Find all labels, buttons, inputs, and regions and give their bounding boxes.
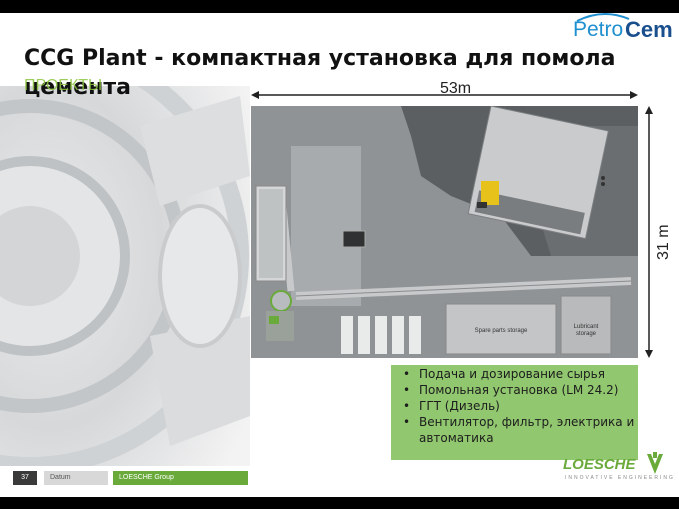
bottom-bar [0,497,679,509]
loesche-logo-name: LOESCHE [563,456,636,473]
footer-group: LOESCHE Group [113,471,248,485]
feature-item: ГГТ (Дизель) [403,398,635,414]
lubricant-storage-label: Lubricant storage [573,324,599,337]
spare-parts-storage-label: Spare parts storage [474,328,528,334]
feature-item: Помольная установка (LM 24.2) [403,382,635,398]
features-list: Подача и дозирование сырья Помольная уст… [403,366,635,446]
features-box: Подача и дозирование сырья Помольная уст… [391,365,638,460]
width-label: 53m [440,80,472,97]
petrocem-logo: Petro Cem [573,13,673,44]
loesche-emblem-icon [647,452,663,474]
page-number: 37 [13,471,37,485]
feature-item: Вентилятор, фильтр, электрика и автомати… [403,414,635,446]
plant-site-plan: Spare parts storage Lubricant storage [251,106,638,358]
logo-part-1: Petro [573,18,624,41]
wheel-loader-icon [481,181,499,205]
footer-datum: Datum [44,471,108,485]
height-label: 31 m [655,224,672,260]
slide-subtitle: ПРОЕКТЫ [24,77,103,94]
site-plan-drawing [251,106,638,358]
mill-background-photo [0,86,250,466]
loesche-logo: LOESCHE INNOVATIVE ENGINEERING [563,452,673,482]
logo-part-2: Cem [625,17,673,42]
feature-item: Подача и дозирование сырья [403,366,635,382]
